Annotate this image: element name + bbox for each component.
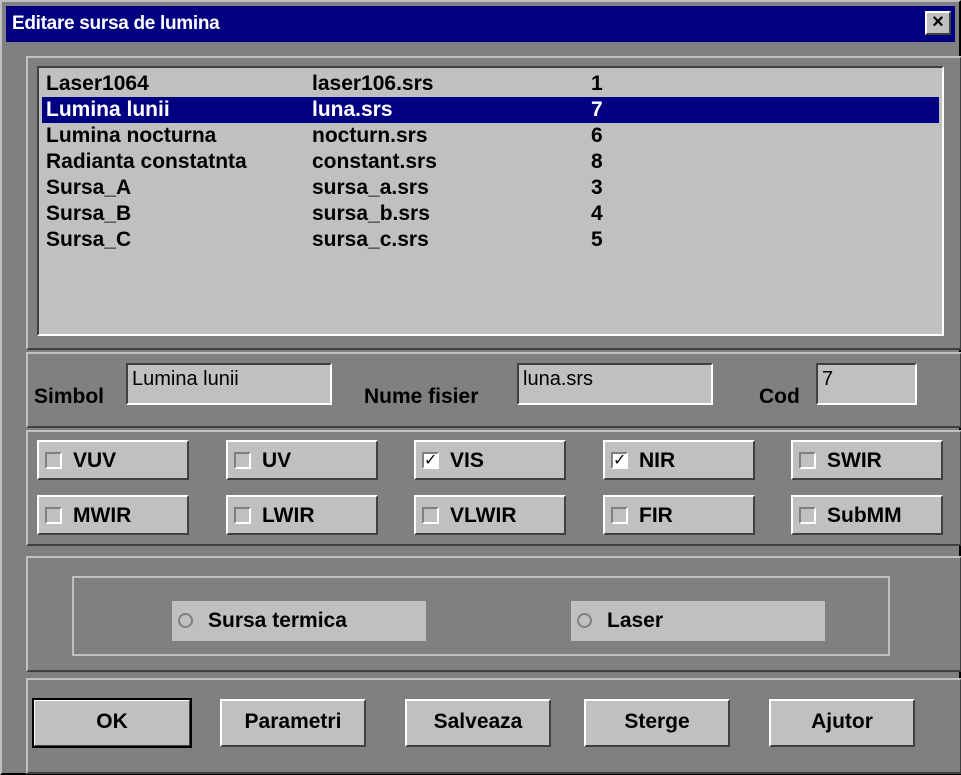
- list-item-symbol: Radianta constatnta: [46, 150, 247, 173]
- radio-laser[interactable]: Laser: [571, 601, 825, 641]
- list-item-code: 7: [591, 98, 603, 121]
- list-item[interactable]: Sursa_A sursa_a.srs 3: [42, 175, 939, 201]
- list-item-symbol: Lumina lunii: [46, 98, 170, 121]
- close-icon: ×: [932, 11, 944, 33]
- list-item-file: nocturn.srs: [312, 124, 428, 147]
- list-item[interactable]: Radianta constatnta constant.srs 8: [42, 149, 939, 175]
- checkbox-icon: [799, 452, 816, 469]
- list-item-symbol: Lumina nocturna: [46, 124, 217, 147]
- symbol-input[interactable]: Lumina lunii: [126, 363, 332, 405]
- code-input[interactable]: 7: [816, 363, 917, 405]
- checkbox-label: SWIR: [827, 449, 882, 472]
- radio-thermal-source[interactable]: Sursa termica: [172, 601, 426, 641]
- checkbox-submm[interactable]: SubMM: [791, 495, 943, 535]
- checkbox-nir[interactable]: ✓ NIR: [603, 440, 755, 480]
- list-item-code: 5: [591, 228, 603, 251]
- close-button[interactable]: ×: [925, 11, 951, 35]
- radio-label: Laser: [607, 609, 664, 632]
- edit-light-source-dialog: Editare sursa de lumina × Laser1064 lase…: [0, 0, 961, 775]
- list-item-code: 8: [591, 150, 603, 173]
- delete-button[interactable]: Sterge: [584, 699, 730, 747]
- list-item-symbol: Laser1064: [46, 72, 149, 95]
- checkbox-label: LWIR: [262, 504, 315, 527]
- checkbox-label: FIR: [639, 504, 673, 527]
- symbol-label: Simbol: [34, 385, 105, 408]
- checkbox-vuv[interactable]: VUV: [37, 440, 189, 480]
- checkbox-icon: [422, 507, 439, 524]
- list-item-file: sursa_b.srs: [312, 202, 430, 225]
- filename-input[interactable]: luna.srs: [517, 363, 713, 405]
- source-listbox[interactable]: Laser1064 laser106.srs 1 Lumina lunii lu…: [37, 66, 944, 336]
- checkbox-icon: [234, 507, 251, 524]
- check-mark-icon: ✓: [422, 452, 439, 469]
- code-label: Cod: [759, 385, 800, 408]
- checkbox-label: NIR: [639, 449, 676, 472]
- ok-button[interactable]: OK: [32, 698, 192, 748]
- filename-label: Nume fisier: [364, 385, 479, 408]
- list-item[interactable]: Laser1064 laser106.srs 1: [42, 71, 939, 97]
- radio-icon: [577, 613, 592, 628]
- checkbox-mwir[interactable]: MWIR: [37, 495, 189, 535]
- checkbox-swir[interactable]: SWIR: [791, 440, 943, 480]
- radio-icon: [178, 613, 193, 628]
- list-item-file: sursa_c.srs: [312, 228, 429, 251]
- checkbox-icon: [799, 507, 816, 524]
- checkbox-lwir[interactable]: LWIR: [226, 495, 378, 535]
- list-item-selected[interactable]: Lumina lunii luna.srs 7: [42, 97, 939, 123]
- checkbox-icon: [234, 452, 251, 469]
- checkbox-icon: [45, 452, 62, 469]
- list-item[interactable]: Sursa_B sursa_b.srs 4: [42, 201, 939, 227]
- list-item-file: constant.srs: [312, 150, 437, 173]
- list-item-code: 1: [591, 72, 603, 95]
- parameters-button[interactable]: Parametri: [220, 699, 366, 747]
- checkbox-label: MWIR: [73, 504, 132, 527]
- window-title: Editare sursa de lumina: [12, 13, 220, 34]
- checkbox-label: VLWIR: [450, 504, 517, 527]
- list-item-file: luna.srs: [312, 98, 393, 121]
- checkbox-fir[interactable]: FIR: [603, 495, 755, 535]
- checkbox-icon: [45, 507, 62, 524]
- list-item-symbol: Sursa_B: [46, 202, 132, 225]
- list-item-symbol: Sursa_C: [46, 228, 132, 251]
- checkbox-uv[interactable]: UV: [226, 440, 378, 480]
- list-item[interactable]: Lumina nocturna nocturn.srs 6: [42, 123, 939, 149]
- list-item-code: 3: [591, 176, 603, 199]
- checkbox-label: UV: [262, 449, 292, 472]
- save-button[interactable]: Salveaza: [405, 699, 551, 747]
- list-item-file: laser106.srs: [312, 72, 434, 95]
- checkbox-label: SubMM: [827, 504, 902, 527]
- list-item-symbol: Sursa_A: [46, 176, 132, 199]
- list-item-code: 4: [591, 202, 603, 225]
- checkbox-vlwir[interactable]: VLWIR: [414, 495, 566, 535]
- checkbox-vis[interactable]: ✓ VIS: [414, 440, 566, 480]
- help-button[interactable]: Ajutor: [769, 699, 915, 747]
- checkbox-label: VIS: [450, 449, 484, 472]
- title-bar[interactable]: Editare sursa de lumina ×: [6, 6, 955, 42]
- list-item-code: 6: [591, 124, 603, 147]
- list-item[interactable]: Sursa_C sursa_c.srs 5: [42, 227, 939, 253]
- checkbox-icon: [611, 507, 628, 524]
- checkbox-label: VUV: [73, 449, 117, 472]
- check-mark-icon: ✓: [611, 452, 628, 469]
- list-item-file: sursa_a.srs: [312, 176, 429, 199]
- radio-label: Sursa termica: [208, 609, 347, 632]
